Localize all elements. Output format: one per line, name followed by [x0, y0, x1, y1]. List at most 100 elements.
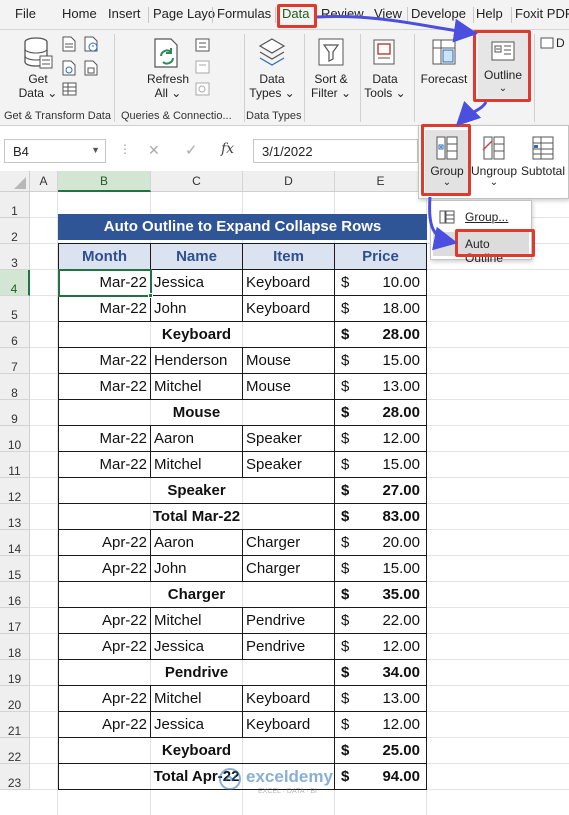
cell-name[interactable]: Jessica: [151, 270, 243, 296]
row-header-10[interactable]: 10: [0, 426, 30, 452]
cell-subtotal-label[interactable]: Mouse: [59, 400, 335, 426]
subtotal-button[interactable]: Subtotal: [519, 130, 567, 196]
row-header-13[interactable]: 13: [0, 504, 30, 530]
cell-month[interactable]: Mar-22: [59, 374, 151, 400]
cell-subtotal-label[interactable]: Pendrive: [59, 660, 335, 686]
cell-item[interactable]: Mouse: [243, 348, 335, 374]
cell-price[interactable]: $22.00: [335, 608, 427, 634]
tab-formulas[interactable]: Formulas: [217, 6, 271, 21]
cell-item[interactable]: Pendrive: [243, 634, 335, 660]
enter-icon[interactable]: ✓: [185, 141, 198, 159]
row-header-1[interactable]: 1: [0, 192, 30, 218]
tab-view[interactable]: View: [374, 6, 402, 21]
cell-name[interactable]: Mitchel: [151, 686, 243, 712]
tab-help[interactable]: Help: [476, 6, 503, 21]
row-header-16[interactable]: 16: [0, 582, 30, 608]
cell-month[interactable]: Apr-22: [59, 634, 151, 660]
cell-name[interactable]: Mitchel: [151, 374, 243, 400]
cell-month[interactable]: Mar-22: [59, 426, 151, 452]
cell-price[interactable]: $83.00: [335, 504, 427, 530]
cell-price[interactable]: $15.00: [335, 556, 427, 582]
cell-item[interactable]: Charger: [243, 556, 335, 582]
cell-item[interactable]: Mouse: [243, 374, 335, 400]
queries-connections-icon[interactable]: [195, 38, 210, 52]
analysis-icon[interactable]: [540, 36, 554, 50]
column-header-a[interactable]: A: [30, 171, 58, 192]
column-header-d[interactable]: D: [243, 171, 335, 192]
cell-name[interactable]: John: [151, 556, 243, 582]
row-header-4[interactable]: 4: [0, 270, 30, 296]
column-header-e[interactable]: E: [335, 171, 427, 192]
recent-sources-icon[interactable]: [84, 36, 99, 52]
cell-name[interactable]: Jessica: [151, 712, 243, 738]
table-header-month[interactable]: Month: [59, 244, 151, 270]
worksheet-grid[interactable]: ABCDE 1 2 3 4 5 6 7 8 9 10 11 12 13 14 15 16 17 18 19 20 21 2…: [0, 171, 569, 815]
row-header-14[interactable]: 14: [0, 530, 30, 556]
cell-item[interactable]: Keyboard: [243, 270, 335, 296]
cell-subtotal-label[interactable]: Speaker: [59, 478, 335, 504]
row-header-12[interactable]: 12: [0, 478, 30, 504]
cell-price[interactable]: $34.00: [335, 660, 427, 686]
existing-connections-icon[interactable]: [84, 60, 99, 76]
properties-icon[interactable]: [195, 60, 210, 74]
cell-price[interactable]: $12.00: [335, 426, 427, 452]
fill-handle[interactable]: [148, 293, 153, 298]
tab-develope[interactable]: Develope: [411, 6, 466, 21]
row-header-11[interactable]: 11: [0, 452, 30, 478]
cell-name[interactable]: Mitchel: [151, 452, 243, 478]
cell-month[interactable]: Apr-22: [59, 712, 151, 738]
cell-month[interactable]: Apr-22: [59, 608, 151, 634]
row-header-15[interactable]: 15: [0, 556, 30, 582]
row-header-3[interactable]: 3: [0, 244, 30, 270]
cell-price[interactable]: $35.00: [335, 582, 427, 608]
menu-item-group[interactable]: Group...: [433, 205, 529, 229]
row-header-22[interactable]: 22: [0, 738, 30, 764]
cell-price[interactable]: $28.00: [335, 400, 427, 426]
cell-price[interactable]: $28.00: [335, 322, 427, 348]
sheet-title[interactable]: Auto Outline to Expand Collapse Rows: [58, 214, 427, 240]
tab-file[interactable]: File: [15, 6, 36, 21]
cell-item[interactable]: Pendrive: [243, 608, 335, 634]
cell-price[interactable]: $10.00: [335, 270, 427, 296]
cell-name[interactable]: Mitchel: [151, 608, 243, 634]
cell-price[interactable]: $15.00: [335, 452, 427, 478]
cell-item[interactable]: Charger: [243, 530, 335, 556]
cell-subtotal-label[interactable]: Keyboard: [59, 738, 335, 764]
cell-month[interactable]: Mar-22: [59, 348, 151, 374]
cell-name[interactable]: Aaron: [151, 426, 243, 452]
cell-month[interactable]: Apr-22: [59, 556, 151, 582]
cell-price[interactable]: $12.00: [335, 634, 427, 660]
cell-name[interactable]: Aaron: [151, 530, 243, 556]
data-tools-button[interactable]: Data Tools ⌄: [362, 36, 408, 100]
name-box[interactable]: B4 ▼: [4, 139, 106, 163]
formula-input[interactable]: 3/1/2022: [253, 139, 418, 163]
cell-price[interactable]: $18.00: [335, 296, 427, 322]
row-header-5[interactable]: 5: [0, 296, 30, 322]
row-header-18[interactable]: 18: [0, 634, 30, 660]
from-text-icon[interactable]: [62, 36, 76, 52]
row-header-7[interactable]: 7: [0, 348, 30, 374]
table-header-name[interactable]: Name: [151, 244, 243, 270]
cell-price[interactable]: $13.00: [335, 686, 427, 712]
insert-function-icon[interactable]: fx: [221, 141, 234, 157]
cell-price[interactable]: $13.00: [335, 374, 427, 400]
cell-item[interactable]: Speaker: [243, 452, 335, 478]
cell-price[interactable]: $15.00: [335, 348, 427, 374]
row-header-21[interactable]: 21: [0, 712, 30, 738]
cell-subtotal-label[interactable]: Charger: [59, 582, 335, 608]
cell-month[interactable]: Mar-22: [59, 452, 151, 478]
cell-month[interactable]: Apr-22: [59, 530, 151, 556]
cancel-icon[interactable]: ✕: [148, 142, 160, 159]
row-header-2[interactable]: 2: [0, 218, 30, 244]
refresh-all-button[interactable]: Refresh All ⌄: [140, 36, 196, 100]
cell-item[interactable]: Keyboard: [243, 296, 335, 322]
cell-total-label[interactable]: Total Mar-22: [59, 504, 335, 530]
row-header-8[interactable]: 8: [0, 374, 30, 400]
column-header-b[interactable]: B: [58, 171, 151, 192]
cell-price[interactable]: $27.00: [335, 478, 427, 504]
row-header-17[interactable]: 17: [0, 608, 30, 634]
cell-item[interactable]: Keyboard: [243, 712, 335, 738]
cell-price[interactable]: $12.00: [335, 712, 427, 738]
cell-item[interactable]: Keyboard: [243, 686, 335, 712]
edit-links-icon[interactable]: [195, 82, 210, 96]
